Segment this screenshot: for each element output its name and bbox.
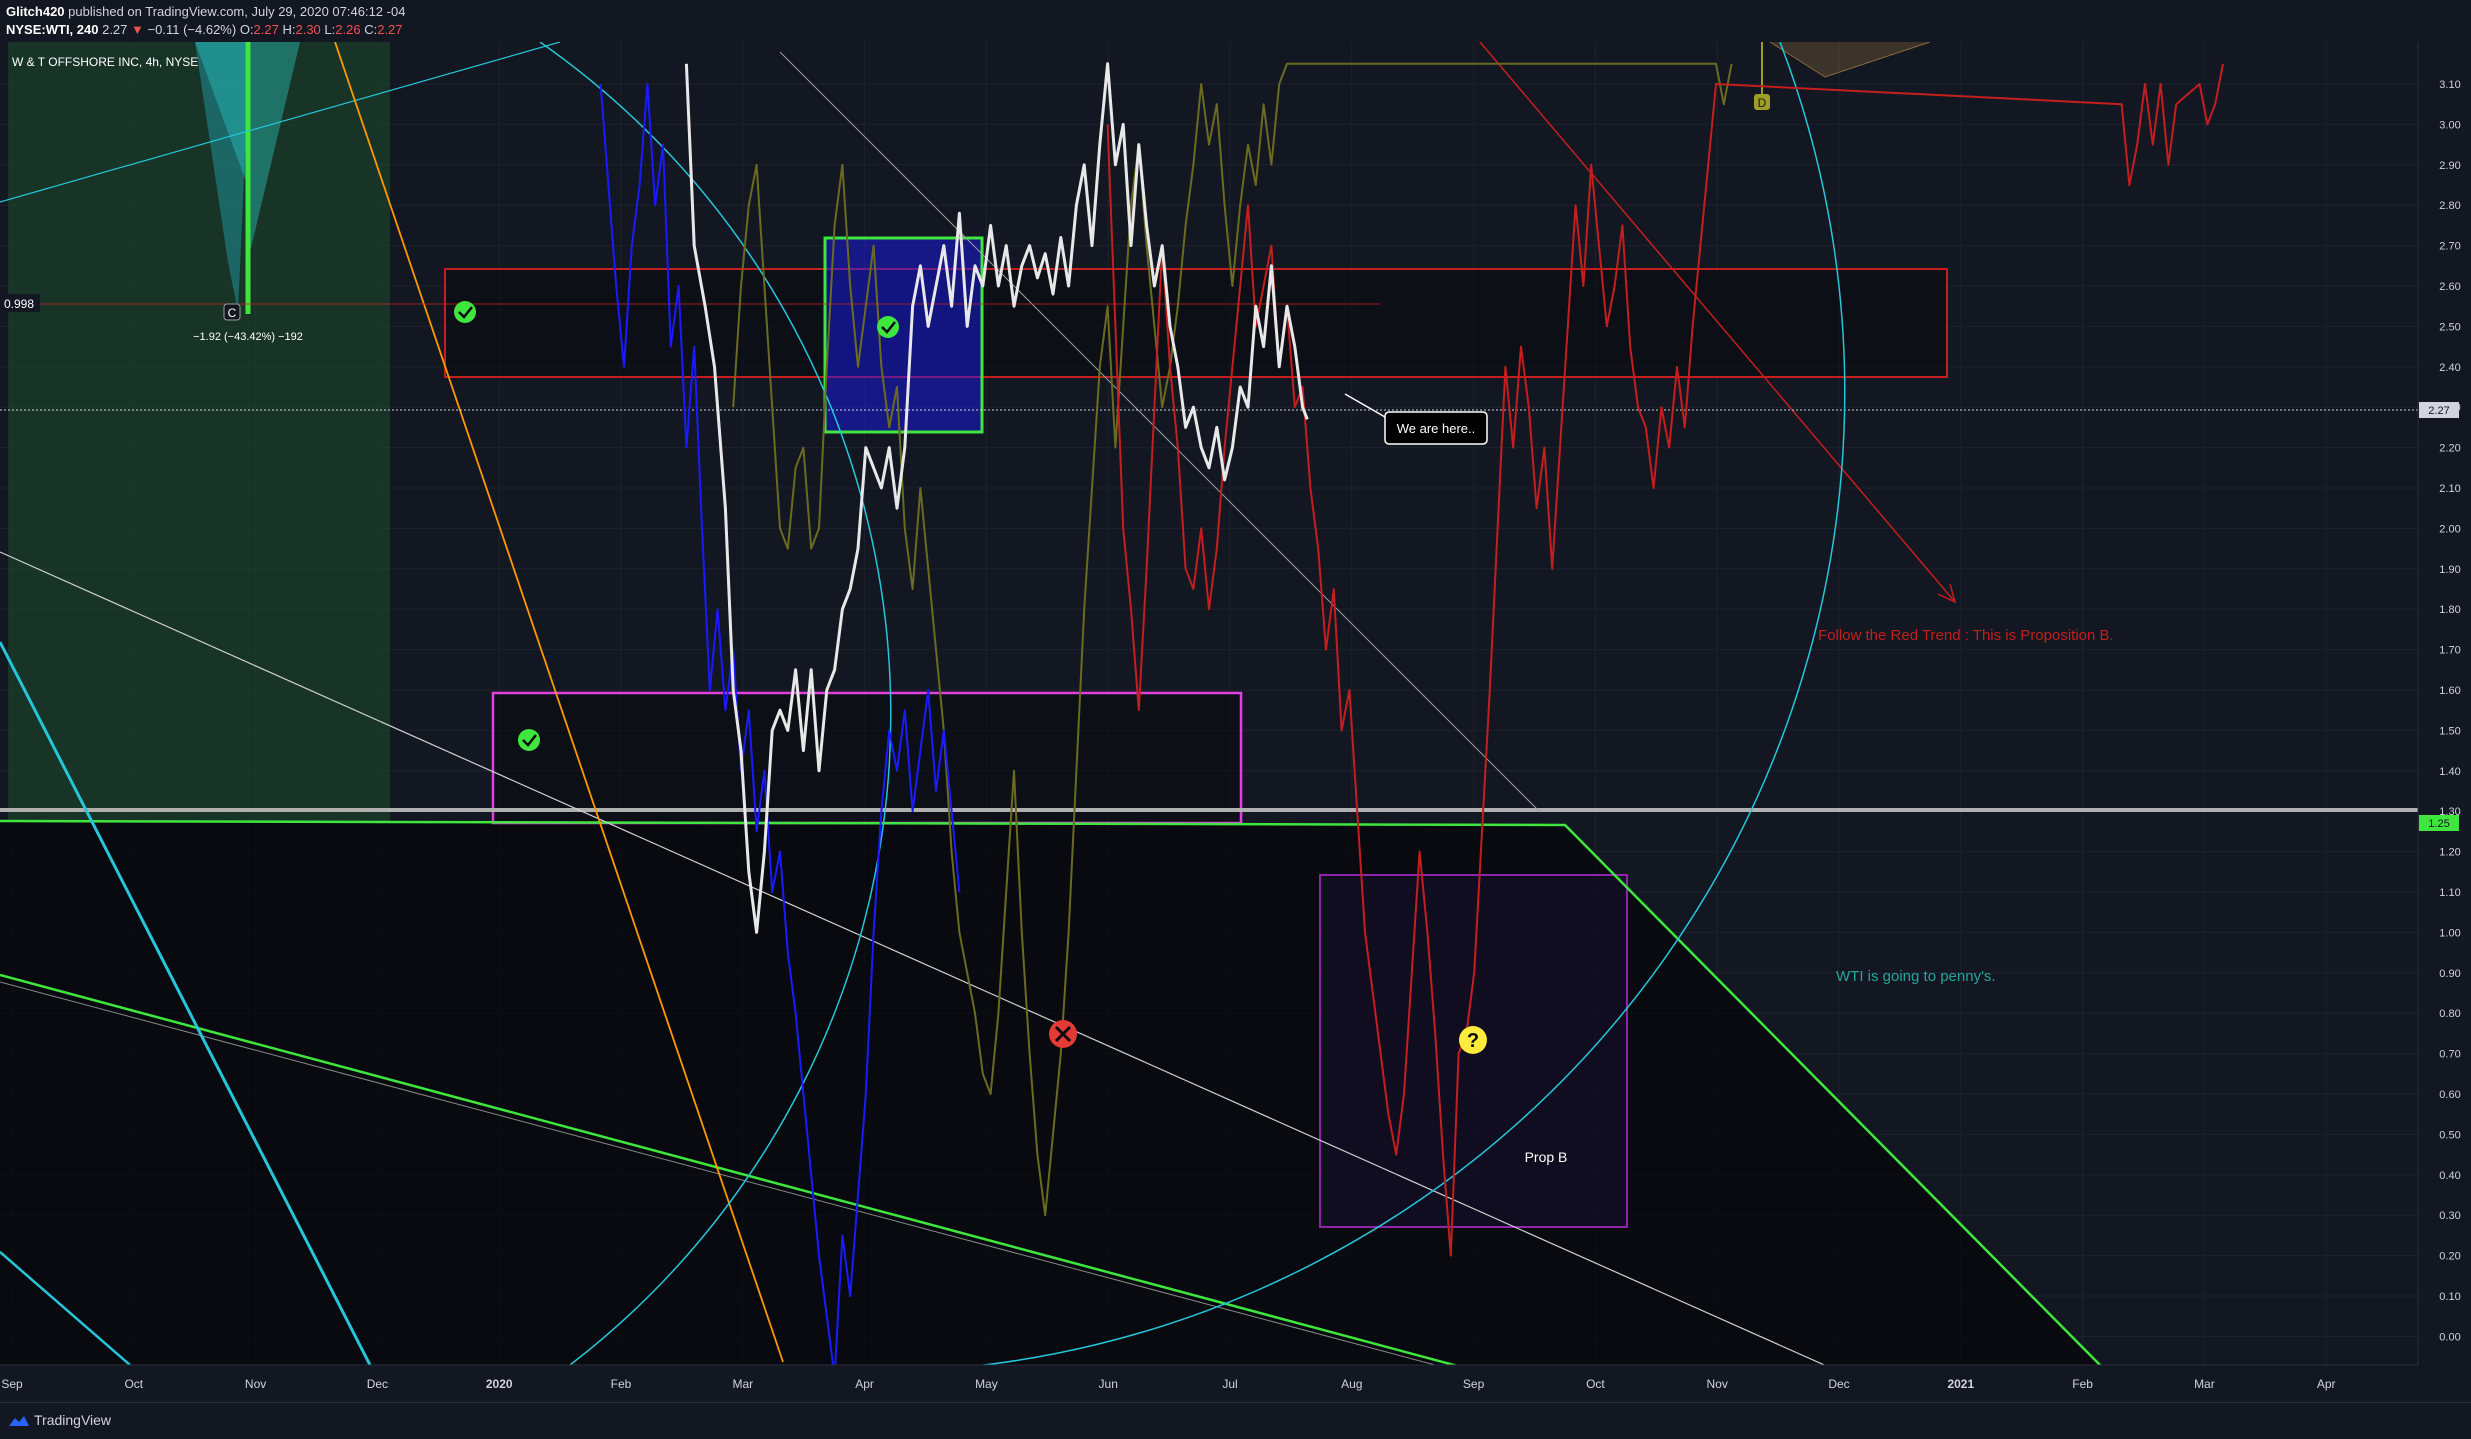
price-tick-label: 0.90 (2439, 968, 2460, 980)
price-tick-label: 3.10 (2439, 79, 2460, 91)
time-tick-label: Dec (1828, 1377, 1849, 1391)
price-tick-label: 0.10 (2439, 1291, 2460, 1303)
last-price-tag-label: 2.27 (2428, 405, 2449, 417)
d-point-marker[interactable]: D (1754, 94, 1770, 110)
time-tick-label: Mar (2194, 1377, 2215, 1391)
price-tick-label: 1.90 (2439, 564, 2460, 576)
price-tick-label: 0.30 (2439, 1210, 2460, 1222)
time-tick-label: Nov (245, 1377, 266, 1391)
c-label: C (228, 306, 237, 320)
tradingview-brand-text: TradingView (34, 1412, 112, 1428)
magenta-support-box[interactable] (491, 691, 1243, 825)
footer-bar: TradingView (0, 1402, 2471, 1439)
symbol-line: NYSE:WTI, 240 2.27 ▼ −0.11 (−4.62%) O:2.… (6, 22, 403, 37)
high-value: 2.30 (295, 22, 321, 37)
time-tick-label: Oct (124, 1377, 143, 1391)
symbol-label[interactable]: NYSE:WTI, 240 (6, 22, 98, 37)
price-tick-label: 0.20 (2439, 1251, 2460, 1263)
price-tick-label: 2.80 (2439, 200, 2460, 212)
price-tick-label: 1.80 (2439, 604, 2460, 616)
price-tick-label: 0.40 (2439, 1170, 2460, 1182)
price-tick-label: 1.10 (2439, 887, 2460, 899)
price-tick-label: 0.80 (2439, 1008, 2460, 1020)
check-icon[interactable] (877, 316, 899, 338)
left-level-label: 0.998 (4, 297, 34, 311)
high-label: H: (282, 22, 296, 37)
price-change: −0.11 (−4.62%) (147, 22, 237, 37)
price-tick-label: 2.00 (2439, 523, 2460, 535)
time-tick-label: 2020 (486, 1377, 513, 1391)
price-tick-label: 1.50 (2439, 725, 2460, 737)
follow-red-trend-text[interactable]: Follow the Red Trend : This is Propositi… (1818, 627, 2114, 644)
price-tick-label: 2.20 (2439, 443, 2460, 455)
time-axis[interactable]: Sep Oct Nov Dec 2020 Feb Mar Apr May Jun Jul Aug Sep… (0, 1364, 2471, 1402)
time-tick-label: Feb (611, 1377, 632, 1391)
time-tick-label: Apr (2317, 1377, 2336, 1391)
green-zone (8, 42, 390, 822)
check-icon[interactable] (454, 301, 476, 323)
price-tick-label: 2.40 (2439, 362, 2460, 374)
price-tick-label: 2.90 (2439, 160, 2460, 172)
time-tick-label: May (975, 1377, 998, 1391)
low-label: L: (324, 22, 336, 37)
down-arrow-icon: ▼ (131, 22, 144, 37)
time-tick-label: Jun (1099, 1377, 1118, 1391)
c-point-marker[interactable]: C (223, 303, 241, 321)
fib-label: −1.92 (−43.42%) −192 (193, 331, 303, 343)
last-price: 2.27 (102, 22, 128, 37)
we-are-here-text: We are here.. (1397, 421, 1476, 436)
level-tag-label: 1.25 (2428, 818, 2449, 830)
price-tick-label: 1.00 (2439, 927, 2460, 939)
price-tick-label: 2.60 (2439, 281, 2460, 293)
time-tick-label: Apr (855, 1377, 874, 1391)
left-level-tag: 0.998 (0, 294, 40, 312)
published-text: published on TradingView.com, July 29, 2… (68, 4, 406, 19)
time-tick-label: Feb (2072, 1377, 2093, 1391)
last-price-tag: 2.27 (2419, 402, 2459, 418)
tradingview-logo-icon (9, 1416, 29, 1427)
x-mark-icon[interactable] (1049, 1020, 1077, 1048)
time-tick-label: Sep (1463, 1377, 1485, 1391)
close-label: C: (364, 22, 378, 37)
prop-b-label[interactable]: Prop B (1525, 1149, 1568, 1165)
price-tick-label: 0.70 (2439, 1049, 2460, 1061)
price-tick-label: 2.10 (2439, 483, 2460, 495)
legend-title[interactable]: W & T OFFSHORE INC, 4h, NYSE (12, 55, 198, 69)
wti-pennys-text[interactable]: WTI is going to penny's. (1836, 968, 1996, 985)
close-value: 2.27 (377, 22, 403, 37)
time-tick-label: Nov (1707, 1377, 1728, 1391)
time-tick-label: Oct (1586, 1377, 1605, 1391)
time-tick-label: Jul (1222, 1377, 1237, 1391)
chart-canvas[interactable]: ? We are here.. Prop B Follow the Red Tr… (0, 42, 2471, 1402)
low-value: 2.26 (335, 22, 361, 37)
price-tick-label: 3.00 (2439, 119, 2460, 131)
price-tick-label: 1.70 (2439, 645, 2460, 657)
price-tick-label: 1.20 (2439, 847, 2460, 859)
chart-header: Glitch420 published on TradingView.com, … (0, 0, 2471, 42)
level-price-tag: 1.25 (2419, 815, 2459, 831)
open-label: O: (239, 22, 254, 37)
d-label: D (1758, 96, 1767, 110)
time-tick-label: Mar (732, 1377, 753, 1391)
check-icon[interactable] (518, 729, 540, 751)
price-tick-label: 0.00 (2439, 1331, 2460, 1343)
price-tick-label: 1.40 (2439, 766, 2460, 778)
tradingview-logo[interactable]: TradingView (8, 1412, 111, 1428)
price-tick-label: 2.70 (2439, 241, 2460, 253)
time-tick-label: 2021 (1947, 1377, 1974, 1391)
price-tick-label: 2.50 (2439, 321, 2460, 333)
price-tick-label: 1.60 (2439, 685, 2460, 697)
svg-text:?: ? (1467, 1030, 1479, 1052)
price-tick-label: 0.50 (2439, 1129, 2460, 1141)
price-axis[interactable]: 3.103.002.902.802.702.602.502.402.302.20… (2417, 42, 2471, 1384)
time-tick-label: Aug (1341, 1377, 1362, 1391)
time-tick-label: Dec (367, 1377, 388, 1391)
we-are-here-callout[interactable]: We are here.. (1384, 411, 1488, 445)
price-tick-label: 0.60 (2439, 1089, 2460, 1101)
author-name[interactable]: Glitch420 (6, 4, 65, 19)
time-tick-label: Sep (1, 1377, 23, 1391)
open-value: 2.27 (253, 22, 279, 37)
publish-line: Glitch420 published on TradingView.com, … (6, 4, 405, 19)
question-mark-icon[interactable]: ? (1459, 1026, 1487, 1054)
